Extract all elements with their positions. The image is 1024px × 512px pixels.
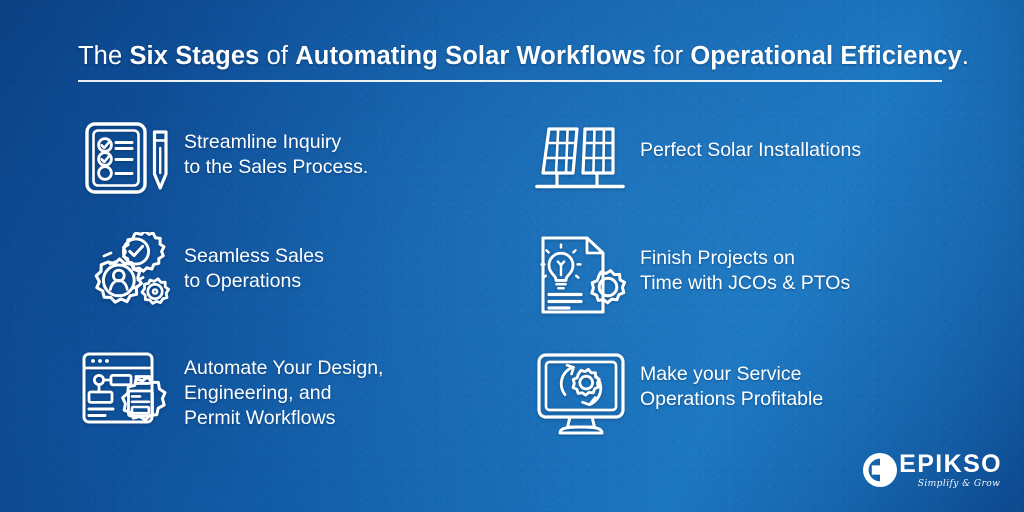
stage-item-label: Streamline Inquiry to the Sales Process. [184,131,369,178]
page-title-segment: for [645,42,691,70]
page-title: The Six Stages of Automating Solar Workf… [78,40,969,72]
stage-item-label: Automate Your Design, Engineering, and P… [184,357,384,429]
title-underline-rule [78,80,942,82]
logo-tagline: Simplify & Grow [917,477,1001,489]
monitor-gear-refresh-icon [522,348,640,440]
stage-item-streamline-inquiry: Streamline Inquiry to the Sales Process. [72,112,522,230]
solar-panels-icon [522,112,640,204]
infographic-poster: The Six Stages of Automating Solar Workf… [0,0,1024,512]
gears-person-check-icon [72,230,184,322]
title-block: The Six Stages of Automating Solar Workf… [78,40,969,82]
stage-item-finish-projects-on-time: Finish Projects on Time with JCOs & PTOs [522,230,952,348]
page-title-segment: Operational Efficiency [690,42,962,70]
page-title-segment: The [78,42,130,70]
stage-item-make-service-operations-profitable: Make your Service Operations Profitable [522,348,952,466]
stage-item-automate-design-engineering-permit: Automate Your Design, Engineering, and P… [72,348,522,466]
stage-item-perfect-solar-installations: Perfect Solar Installations [522,112,952,230]
logo-text-group: EPIKSO Simplify & Grow [899,449,1002,489]
logo-wordmark: EPIKSO [899,449,1002,478]
document-lightbulb-gear-icon [522,230,640,322]
stage-item-label: Perfect Solar Installations [640,139,862,161]
page-title-segment: Six Stages [129,42,260,70]
stage-item-label: Make your Service Operations Profitable [640,363,824,410]
page-title-segment: of [259,42,296,70]
stage-item-seamless-sales-to-operations: Seamless Sales to Operations [72,230,522,348]
stages-grid: Streamline Inquiry to the Sales Process. [72,112,952,462]
browser-flowchart-certificate-icon [72,348,184,440]
stage-item-label: Finish Projects on Time with JCOs & PTOs [640,247,851,294]
clipboard-checklist-pencil-icon [72,112,184,204]
epikso-circle-e-mark [863,453,898,487]
page-title-segment: Automating Solar Workflows [295,42,646,70]
stage-item-label: Seamless Sales to Operations [184,245,324,292]
epikso-logo[interactable]: EPIKSO Simplify & Grow [863,450,1002,490]
page-title-segment: . [961,42,969,70]
